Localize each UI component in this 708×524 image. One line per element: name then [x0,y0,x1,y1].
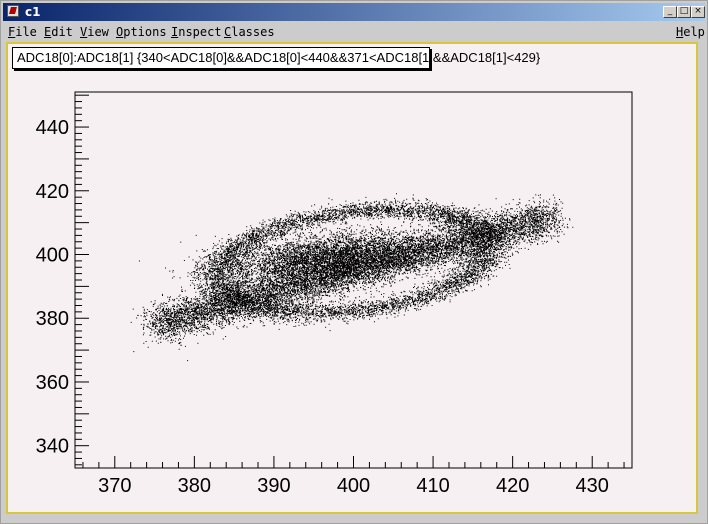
y-tick-label: 400 [36,245,69,267]
x-tick-label: 370 [98,475,131,497]
x-tick-label: 410 [416,475,449,497]
plot-title-box[interactable]: ADC18[0]:ADC18[1] {340<ADC18[0]&&ADC18[0… [12,47,540,69]
y-tick-label: 440 [36,117,69,139]
y-tick-label: 380 [36,308,69,330]
x-tick-label: 420 [496,475,529,497]
scatter-plot[interactable]: 370 380 390 400 410 420 430 340 360 380 400 420 440 [0,0,708,524]
x-tick-label: 400 [337,475,370,497]
x-tick-label: 380 [178,475,211,497]
y-tick-label: 360 [36,372,69,394]
x-tick-label: 430 [576,475,609,497]
x-tick-label: 390 [257,475,290,497]
y-tick-label: 420 [36,181,69,203]
y-tick-label: 340 [36,436,69,458]
plot-frame [74,91,633,469]
